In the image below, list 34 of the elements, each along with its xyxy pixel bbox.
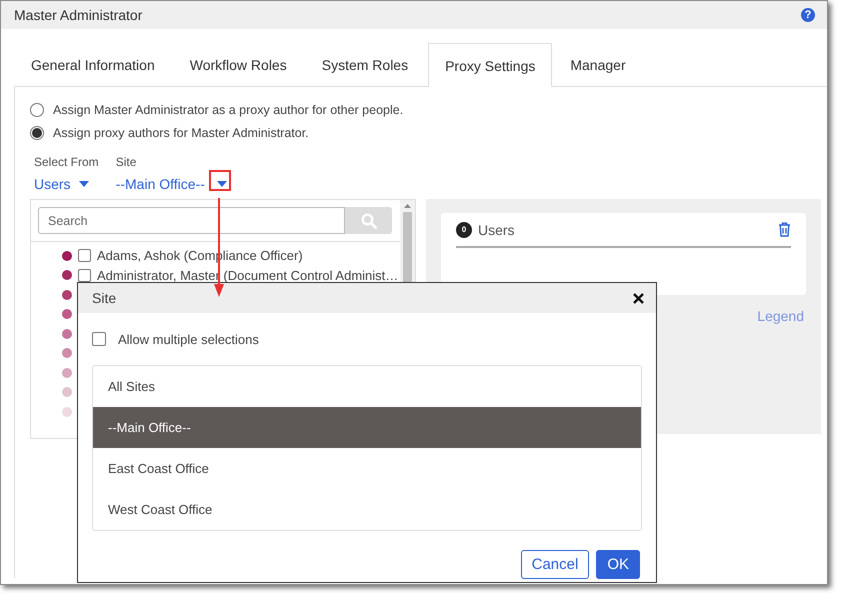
window-title: Master Administrator [14,7,142,23]
search-icon [360,212,376,228]
panel-title: Users [478,222,515,238]
field-label: Site [116,155,138,169]
help-icon[interactable]: ? [801,8,815,22]
radio-label: Assign proxy authors for Master Administrator. [53,126,309,140]
checkbox[interactable] [92,332,106,346]
dropdown-value[interactable]: --Main Office-- [116,176,205,192]
cancel-button[interactable]: Cancel [520,550,590,579]
ok-button[interactable]: OK [596,550,640,579]
tab[interactable]: Proxy Settings [428,43,552,87]
checkbox-label: Allow multiple selections [118,332,259,346]
checkbox[interactable] [78,268,91,282]
caret-icon[interactable] [216,181,227,187]
tab[interactable]: Workflow Roles [172,43,304,86]
count-badge: 0 [456,222,472,238]
caret-icon[interactable] [78,181,89,187]
dropdown-value[interactable]: Users [34,176,71,192]
checkbox[interactable] [78,249,91,262]
close-icon[interactable] [633,292,644,304]
trash-icon[interactable] [778,222,791,237]
highlight-box [209,170,231,191]
field-label: Select From [34,155,99,169]
site-option[interactable]: --Main Office-- [93,407,641,448]
search-field[interactable]: Search [38,207,345,234]
dialog-title: Site [92,290,116,306]
radio-label: Assign Master Administrator as a proxy author for other people. [53,102,404,116]
radio-button[interactable] [30,126,44,140]
tab[interactable]: General Information [14,43,172,86]
tab[interactable]: System Roles [304,43,426,86]
scroll-up-icon[interactable] [404,204,411,208]
tab[interactable]: Manager [553,43,643,86]
radio-button[interactable] [30,102,44,116]
user-name: Administrator, Master (Document Control Administ… [97,268,398,283]
